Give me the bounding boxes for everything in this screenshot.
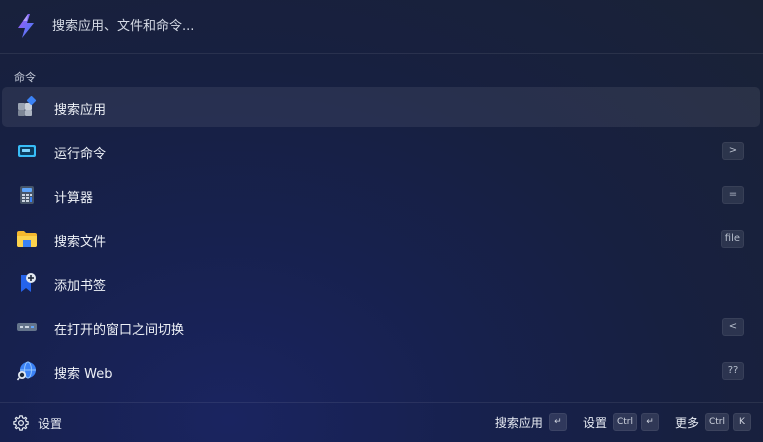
command-label: 搜索应用	[54, 103, 107, 118]
action-more[interactable]: 更多 Ctrl K	[675, 413, 751, 431]
settings-label: 设置	[38, 416, 63, 431]
command-item-search-apps[interactable]: 搜索应用	[2, 87, 760, 127]
search-input[interactable]	[52, 14, 732, 38]
k-key: K	[733, 413, 751, 431]
window-switch-icon	[16, 316, 38, 338]
shortcut-badge: file	[720, 230, 744, 248]
gear-icon	[13, 415, 29, 431]
search-bar	[0, 0, 763, 54]
calculator-icon	[16, 184, 38, 206]
lightning-logo-icon	[18, 14, 34, 38]
shortcut-badge: >	[722, 142, 744, 160]
enter-key: ↵	[548, 413, 567, 431]
section-label: 命令	[14, 71, 36, 84]
footer-bar: 设置 搜索应用 ↵ 设置 Ctrl ↵ 更多 Ctrl K	[0, 402, 763, 442]
command-label: 搜索 Web	[54, 367, 113, 382]
command-list: 搜索应用 运行命令 > 计算器 = 搜索文件 file 添加书签 在打开的窗口之…	[2, 87, 760, 395]
web-search-icon	[16, 360, 38, 382]
ctrl-key: Ctrl	[704, 413, 729, 431]
command-item-calculator[interactable]: 计算器 =	[2, 175, 760, 215]
footer-actions: 搜索应用 ↵ 设置 Ctrl ↵ 更多 Ctrl K	[483, 413, 751, 431]
shortcut-badge: <	[722, 318, 744, 336]
command-item-add-bookmark[interactable]: 添加书签	[2, 263, 760, 303]
command-label: 搜索文件	[54, 235, 107, 250]
action-settings[interactable]: 设置 Ctrl ↵	[583, 413, 663, 431]
command-item-search-web[interactable]: 搜索 Web ??	[2, 351, 760, 391]
settings-button[interactable]: 设置	[12, 414, 62, 432]
command-label: 添加书签	[54, 279, 107, 294]
command-item-search-files[interactable]: 搜索文件 file	[2, 219, 760, 259]
action-label: 设置	[582, 415, 607, 430]
shortcut-badge: ??	[722, 362, 744, 380]
action-label: 更多	[674, 415, 699, 430]
command-item-run-command[interactable]: 运行命令 >	[2, 131, 760, 171]
command-label: 运行命令	[54, 147, 107, 162]
terminal-icon	[16, 140, 38, 162]
command-item-switch-windows[interactable]: 在打开的窗口之间切换 <	[2, 307, 760, 347]
action-search-apps[interactable]: 搜索应用 ↵	[495, 413, 571, 431]
command-label: 计算器	[54, 191, 94, 206]
ctrl-key: Ctrl	[612, 413, 637, 431]
shortcut-badge: =	[722, 186, 744, 204]
folder-icon	[16, 228, 38, 250]
action-label: 搜索应用	[494, 415, 543, 430]
bookmark-add-icon	[16, 272, 38, 294]
enter-key: ↵	[640, 413, 659, 431]
command-label: 在打开的窗口之间切换	[54, 323, 185, 338]
apps-icon	[16, 96, 38, 118]
